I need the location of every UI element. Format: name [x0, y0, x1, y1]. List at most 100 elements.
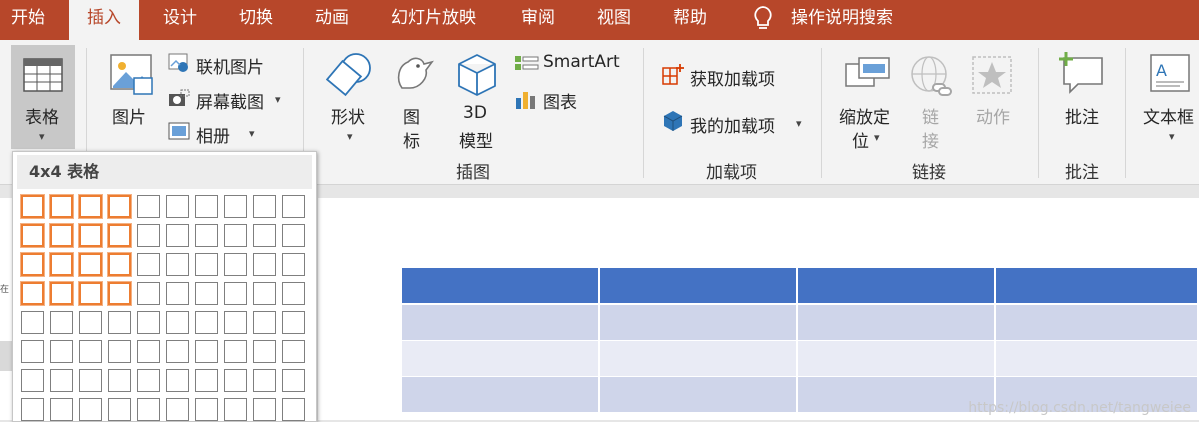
table-grid-cell[interactable]	[20, 194, 45, 219]
table-grid-cell[interactable]	[166, 369, 189, 392]
table-grid-cell[interactable]	[195, 398, 218, 421]
table-grid-cell[interactable]	[49, 281, 74, 306]
tab-home[interactable]: 开始	[11, 0, 45, 36]
tab-transitions[interactable]: 切换	[239, 0, 273, 36]
screenshot-button[interactable]: 屏幕截图	[196, 88, 264, 113]
table-grid-cell[interactable]	[282, 282, 305, 305]
table-grid-cell[interactable]	[21, 369, 44, 392]
table-grid-cell[interactable]	[166, 311, 189, 334]
table-grid-cell[interactable]	[78, 223, 103, 248]
table-grid-cell[interactable]	[137, 369, 160, 392]
table-grid-cell[interactable]	[107, 223, 132, 248]
table-grid-cell[interactable]	[224, 282, 247, 305]
table-grid-cell[interactable]	[282, 369, 305, 392]
chart-button[interactable]: 图表	[543, 88, 577, 113]
table-grid-cell[interactable]	[224, 311, 247, 334]
table-grid-cell[interactable]	[107, 194, 132, 219]
table-grid-cell[interactable]	[137, 398, 160, 421]
table-grid-cell[interactable]	[253, 282, 276, 305]
table-grid-cell[interactable]	[282, 311, 305, 334]
my-addins-button[interactable]: 我的加载项	[690, 112, 775, 137]
table-grid-cell[interactable]	[78, 252, 103, 277]
table-grid-cell[interactable]	[108, 369, 131, 392]
zoom-button-line1[interactable]: 缩放定	[839, 103, 890, 128]
tab-help[interactable]: 帮助	[673, 0, 707, 36]
table-grid-cell[interactable]	[50, 340, 73, 363]
table-grid-cell[interactable]	[21, 311, 44, 334]
table-grid-cell[interactable]	[79, 398, 102, 421]
table-grid-cell[interactable]	[166, 340, 189, 363]
table-grid-cell[interactable]	[195, 253, 218, 276]
table-grid-cell[interactable]	[78, 194, 103, 219]
3d-model-button-line1[interactable]: 3D	[463, 103, 487, 123]
smartart-button[interactable]: SmartArt	[543, 52, 620, 72]
picture-button[interactable]: 图片	[112, 103, 146, 128]
table-grid-cell[interactable]	[50, 398, 73, 421]
table-grid-cell[interactable]	[21, 340, 44, 363]
table-grid-cell[interactable]	[282, 195, 305, 218]
new-comment-button[interactable]: 批注	[1065, 103, 1099, 128]
table-grid-cell[interactable]	[195, 224, 218, 247]
icons-button-line1[interactable]: 图	[403, 103, 420, 128]
table-grid-cell[interactable]	[78, 281, 103, 306]
tab-view[interactable]: 视图	[597, 0, 631, 36]
table-grid-cell[interactable]	[166, 282, 189, 305]
table-grid-cell[interactable]	[166, 398, 189, 421]
tab-slideshow[interactable]: 幻灯片放映	[391, 0, 476, 36]
table-grid-cell[interactable]	[253, 195, 276, 218]
table-grid-cell[interactable]	[49, 194, 74, 219]
tab-insert[interactable]: 插入	[69, 0, 139, 40]
table-grid-cell[interactable]	[195, 340, 218, 363]
table-grid-cell[interactable]	[79, 340, 102, 363]
table-grid-cell[interactable]	[253, 253, 276, 276]
table-grid-cell[interactable]	[20, 252, 45, 277]
table-grid-cell[interactable]	[282, 224, 305, 247]
table-grid-cell[interactable]	[253, 224, 276, 247]
tab-animations[interactable]: 动画	[315, 0, 349, 36]
table-grid-cell[interactable]	[50, 311, 73, 334]
table-grid-cell[interactable]	[282, 398, 305, 421]
table-grid-cell[interactable]	[282, 253, 305, 276]
table-grid-cell[interactable]	[224, 253, 247, 276]
tab-design[interactable]: 设计	[163, 0, 197, 36]
table-grid-cell[interactable]	[79, 311, 102, 334]
table-grid-cell[interactable]	[166, 195, 189, 218]
table-grid-cell[interactable]	[20, 281, 45, 306]
table-grid-cell[interactable]	[253, 369, 276, 392]
table-grid-cell[interactable]	[108, 311, 131, 334]
table-grid-cell[interactable]	[49, 252, 74, 277]
table-grid-cell[interactable]	[79, 369, 102, 392]
textbox-button[interactable]: 文本框	[1143, 103, 1194, 128]
table-grid-cell[interactable]	[224, 369, 247, 392]
table-grid-cell[interactable]	[137, 311, 160, 334]
shapes-button[interactable]: 形状	[331, 103, 365, 128]
table-grid-cell[interactable]	[253, 340, 276, 363]
table-grid-cell[interactable]	[137, 224, 160, 247]
table-grid-cell[interactable]	[137, 253, 160, 276]
get-addins-button[interactable]: 获取加载项	[690, 65, 775, 90]
table-grid-cell[interactable]	[108, 340, 131, 363]
online-pictures-button[interactable]: 联机图片	[196, 53, 264, 78]
table-grid-cell[interactable]	[195, 369, 218, 392]
table-grid-cell[interactable]	[49, 223, 74, 248]
table-grid-cell[interactable]	[224, 340, 247, 363]
table-grid-cell[interactable]	[21, 398, 44, 421]
album-button[interactable]: 相册	[196, 122, 230, 147]
table-grid-cell[interactable]	[107, 252, 132, 277]
table-grid-cell[interactable]	[137, 282, 160, 305]
table-grid-cell[interactable]	[195, 195, 218, 218]
table-grid-cell[interactable]	[224, 224, 247, 247]
table-grid-cell[interactable]	[137, 195, 160, 218]
table-grid-cell[interactable]	[166, 253, 189, 276]
table-grid-cell[interactable]	[20, 223, 45, 248]
table-grid-cell[interactable]	[108, 398, 131, 421]
insert-table-dropdown[interactable]: 4x4 表格	[12, 151, 317, 422]
table-grid-cell[interactable]	[253, 398, 276, 421]
table-grid-cell[interactable]	[50, 369, 73, 392]
table-grid-cell[interactable]	[166, 224, 189, 247]
action-button[interactable]: 动作	[976, 103, 1010, 128]
table-grid-cell[interactable]	[195, 282, 218, 305]
link-button-line1[interactable]: 链	[922, 103, 939, 128]
table-grid-cell[interactable]	[253, 311, 276, 334]
table-grid-cell[interactable]	[224, 195, 247, 218]
